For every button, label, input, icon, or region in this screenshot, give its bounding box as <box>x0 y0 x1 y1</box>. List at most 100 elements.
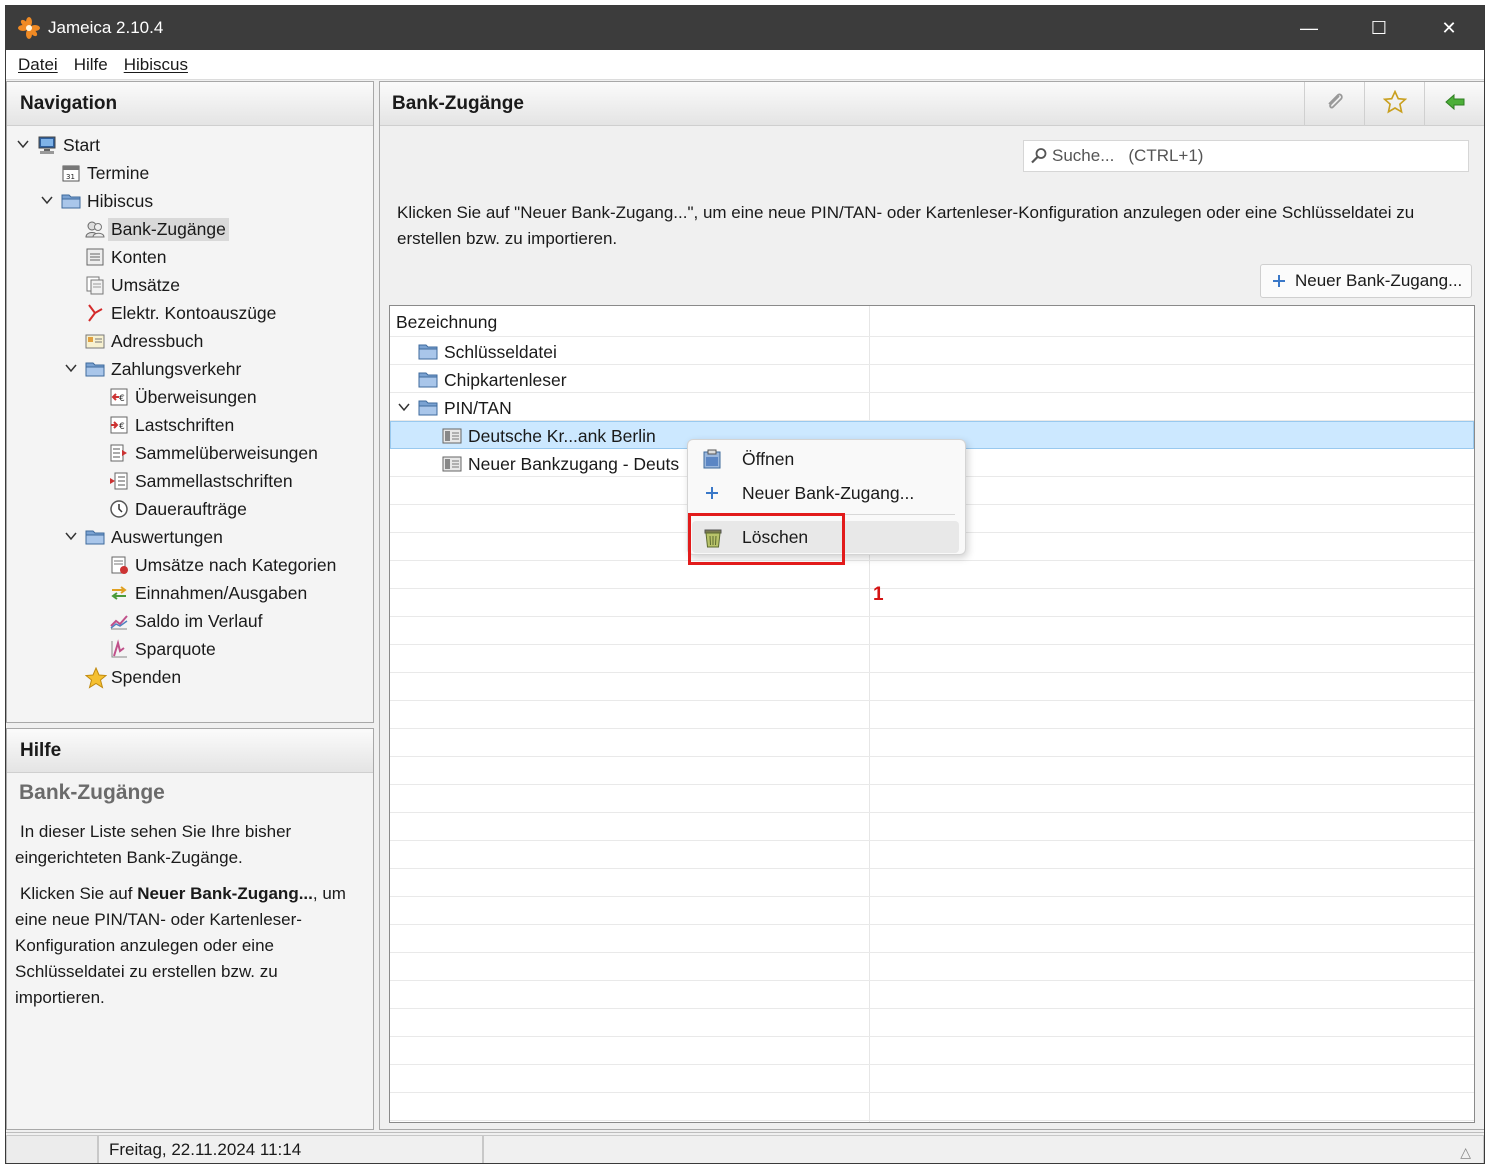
back-button[interactable] <box>1424 82 1484 126</box>
nav-item-sammelueberweisungen[interactable]: Sammelüberweisungen <box>109 440 318 466</box>
favorite-star-icon <box>1382 89 1407 119</box>
folder-icon <box>418 371 438 389</box>
tree-row-bank-access[interactable]: Neuer Bankzugang - Deuts <box>442 451 679 477</box>
folder-icon <box>85 359 105 379</box>
calendar-icon: 31 <box>61 163 81 183</box>
close-button[interactable]: ✕ <box>1414 6 1484 50</box>
attach-icon <box>1324 91 1346 118</box>
nav-item-label: Sammelüberweisungen <box>135 442 318 463</box>
table-row <box>390 589 1474 617</box>
tree-row-chipkartenleser[interactable]: Chipkartenleser <box>418 367 567 393</box>
tree-row-schluesseldatei[interactable]: Schlüsseldatei <box>418 339 557 365</box>
nav-item-start[interactable]: Start <box>37 132 100 158</box>
batch-transfer-icon <box>109 443 129 463</box>
nav-item-kontoauszuege[interactable]: Elektr. Kontoauszüge <box>85 300 276 326</box>
menu-datei[interactable]: Datei <box>10 55 66 75</box>
category-report-icon <box>109 555 129 575</box>
income-expense-icon <box>109 583 129 603</box>
nav-item-spenden[interactable]: Spenden <box>84 664 181 690</box>
main-panel: Bank-Zugänge Suche... (CTRL+1) Klicken S… <box>379 81 1484 1130</box>
bank-card-icon <box>442 455 462 473</box>
nav-item-label: Lastschriften <box>135 414 235 435</box>
table-row <box>390 1037 1474 1065</box>
help-panel-title: Hilfe <box>7 729 373 773</box>
nav-item-umsaetze-kategorien[interactable]: Umsätze nach Kategorien <box>109 552 336 578</box>
nav-item-label: Elektr. Kontoauszüge <box>111 302 277 323</box>
help-body: In dieser Liste sehen Sie Ihre bisher ei… <box>7 819 373 1011</box>
chevron-down-icon[interactable] <box>41 194 53 206</box>
nav-item-saldo-verlauf[interactable]: Saldo im Verlauf <box>109 608 262 634</box>
nav-item-termine[interactable]: 31 Termine <box>61 160 149 186</box>
chevron-down-icon[interactable] <box>65 362 77 374</box>
nav-item-bank-zugaenge[interactable]: Bank-Zugänge <box>85 216 229 242</box>
chevron-down-icon[interactable] <box>17 138 29 150</box>
table-row <box>390 393 1474 421</box>
tree-row-label: Deutsche Kr...ank Berlin <box>468 425 656 446</box>
nav-item-label: Daueraufträge <box>135 498 247 519</box>
help-paragraph: Klicken Sie auf Neuer Bank-Zugang..., um… <box>15 881 365 1011</box>
nav-item-label: Einnahmen/Ausgaben <box>135 582 308 603</box>
nav-item-lastschriften[interactable]: € Lastschriften <box>109 412 234 438</box>
nav-item-label: Sparquote <box>135 638 216 659</box>
context-item-new-bank-access[interactable]: Neuer Bank-Zugang... <box>688 478 965 508</box>
nav-item-konten[interactable]: Konten <box>85 244 166 270</box>
minimize-button[interactable]: — <box>1274 6 1344 50</box>
search-input[interactable]: Suche... (CTRL+1) <box>1023 140 1469 172</box>
nav-item-adressbuch[interactable]: Adressbuch <box>85 328 203 354</box>
tree-row-pin-tan[interactable]: PIN/TAN <box>418 395 512 421</box>
new-bank-access-button[interactable]: Neuer Bank-Zugang... <box>1260 264 1472 298</box>
app-window: Jameica 2.10.4 — ☐ ✕ Datei Hilfe Hibiscu… <box>5 5 1485 1164</box>
nav-item-label: Konten <box>111 246 167 267</box>
plus-icon <box>1271 273 1287 289</box>
tree-row-label: Neuer Bankzugang - Deuts <box>468 453 680 474</box>
table-row <box>390 561 1474 589</box>
nav-item-dauerauftraege[interactable]: Daueraufträge <box>109 496 247 522</box>
savings-chart-icon <box>109 639 129 659</box>
help-panel: Hilfe Bank-Zugänge In dieser Liste sehen… <box>6 728 374 1130</box>
nav-item-label: Überweisungen <box>135 386 257 407</box>
table-row-header <box>390 309 1474 337</box>
nav-item-label: Zahlungsverkehr <box>111 358 242 379</box>
nav-item-zahlungsverkehr[interactable]: Zahlungsverkehr <box>85 356 241 382</box>
nav-item-einnahmen-ausgaben[interactable]: Einnahmen/Ausgaben <box>109 580 307 606</box>
status-cell-empty <box>6 1135 98 1163</box>
transfer-icon: € <box>109 387 129 407</box>
new-bank-access-label: Neuer Bank-Zugang... <box>1295 271 1463 290</box>
status-bar: Freitag, 22.11.2024 11:14 △ <box>6 1132 1484 1163</box>
menu-hibiscus[interactable]: Hibiscus <box>116 55 196 75</box>
nav-item-sparquote[interactable]: Sparquote <box>109 636 216 662</box>
nav-item-sammellastschriften[interactable]: Sammellastschriften <box>109 468 293 494</box>
table-row <box>390 813 1474 841</box>
table-row <box>390 645 1474 673</box>
folder-icon <box>418 343 438 361</box>
nav-item-auswertungen[interactable]: Auswertungen <box>85 524 223 550</box>
table-row <box>390 869 1474 897</box>
chevron-down-icon[interactable] <box>65 530 77 542</box>
chevron-down-icon[interactable] <box>398 401 410 413</box>
batch-debit-icon <box>109 471 129 491</box>
folder-icon <box>85 527 105 547</box>
open-clipboard-icon <box>702 449 724 469</box>
context-item-oeffnen[interactable]: Öffnen <box>688 444 965 474</box>
table-row <box>390 953 1474 981</box>
menu-hilfe[interactable]: Hilfe <box>66 55 116 75</box>
maximize-button[interactable]: ☐ <box>1344 6 1414 50</box>
status-cell-messages: △ <box>483 1135 1484 1163</box>
search-icon <box>1030 147 1048 165</box>
help-text-bold: Neuer Bank-Zugang... <box>137 884 313 903</box>
favorite-button[interactable] <box>1364 82 1424 126</box>
back-arrow-icon <box>1444 91 1466 118</box>
tree-row-bank-access-selected[interactable]: Deutsche Kr...ank Berlin <box>442 423 656 449</box>
nav-item-ueberweisungen[interactable]: € Überweisungen <box>109 384 257 410</box>
resize-grip-icon[interactable]: △ <box>1460 1144 1471 1161</box>
nav-item-label: Auswertungen <box>111 526 223 547</box>
plus-icon <box>702 483 724 503</box>
intro-text: Klicken Sie auf "Neuer Bank-Zugang...", … <box>397 203 1415 248</box>
star-icon <box>84 666 108 689</box>
nav-item-hibiscus[interactable]: Hibiscus <box>61 188 153 214</box>
nav-item-umsaetze[interactable]: Umsätze <box>85 272 180 298</box>
attach-button[interactable] <box>1304 82 1364 126</box>
nav-item-label: Bank-Zugänge <box>108 217 229 241</box>
nav-item-label: Saldo im Verlauf <box>135 610 263 631</box>
tree-row-label: PIN/TAN <box>444 397 512 418</box>
